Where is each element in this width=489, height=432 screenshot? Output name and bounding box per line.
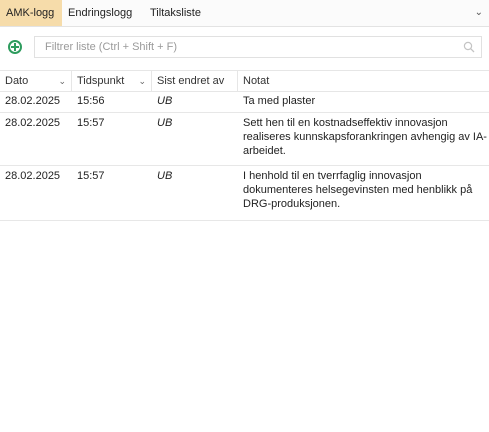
filter-bar [0,32,489,62]
cell-user: UB [157,117,173,129]
column-header-dato[interactable]: Dato ⌄ [0,71,72,91]
column-header-sist-endret-av[interactable]: Sist endret av [152,71,238,91]
search-icon[interactable] [463,41,475,53]
cell-time: 15:56 [77,95,105,107]
cell-note: Sett hen til en kostnadseffektiv innovas… [243,117,487,157]
column-header-label: Tidspunkt [77,75,125,87]
table-row[interactable]: 28.02.2025 15:57 UB I henhold til en tve… [0,166,489,221]
tab-bar: AMK-logg Endringslogg Tiltaksliste ⌄ [0,0,489,27]
grid-header: Dato ⌄ Tidspunkt ⌄ Sist endret av Notat [0,70,489,92]
chevron-down-icon[interactable]: ⌄ [58,71,66,91]
column-header-label: Dato [5,75,29,87]
cell-date: 28.02.2025 [5,170,61,182]
tab-endringslogg[interactable]: Endringslogg [62,0,142,26]
column-header-tidspunkt[interactable]: Tidspunkt ⌄ [72,71,152,91]
chevron-down-icon[interactable]: ⌄ [138,71,146,91]
column-header-notat[interactable]: Notat [238,71,489,91]
cell-note: I henhold til en tverrfaglig innovasjon … [243,170,473,210]
chevron-down-icon[interactable]: ⌄ [475,0,483,26]
table-row[interactable]: 28.02.2025 15:57 UB Sett hen til en kost… [0,113,489,166]
filter-input[interactable] [35,37,455,57]
tab-tiltaksliste[interactable]: Tiltaksliste [144,0,224,26]
column-header-label: Notat [243,75,270,87]
cell-user: UB [157,170,173,182]
cell-user: UB [157,95,173,107]
table-row[interactable]: 28.02.2025 15:56 UB Ta med plaster [0,91,489,113]
cell-note: Ta med plaster [243,95,316,107]
cell-date: 28.02.2025 [5,117,61,129]
column-header-label: Sist endret av [157,75,225,87]
tab-amk-logg[interactable]: AMK-logg [0,0,62,26]
cell-time: 15:57 [77,170,105,182]
add-circle-icon[interactable] [8,40,22,54]
filter-field[interactable] [34,36,482,58]
cell-time: 15:57 [77,117,105,129]
cell-date: 28.02.2025 [5,95,61,107]
